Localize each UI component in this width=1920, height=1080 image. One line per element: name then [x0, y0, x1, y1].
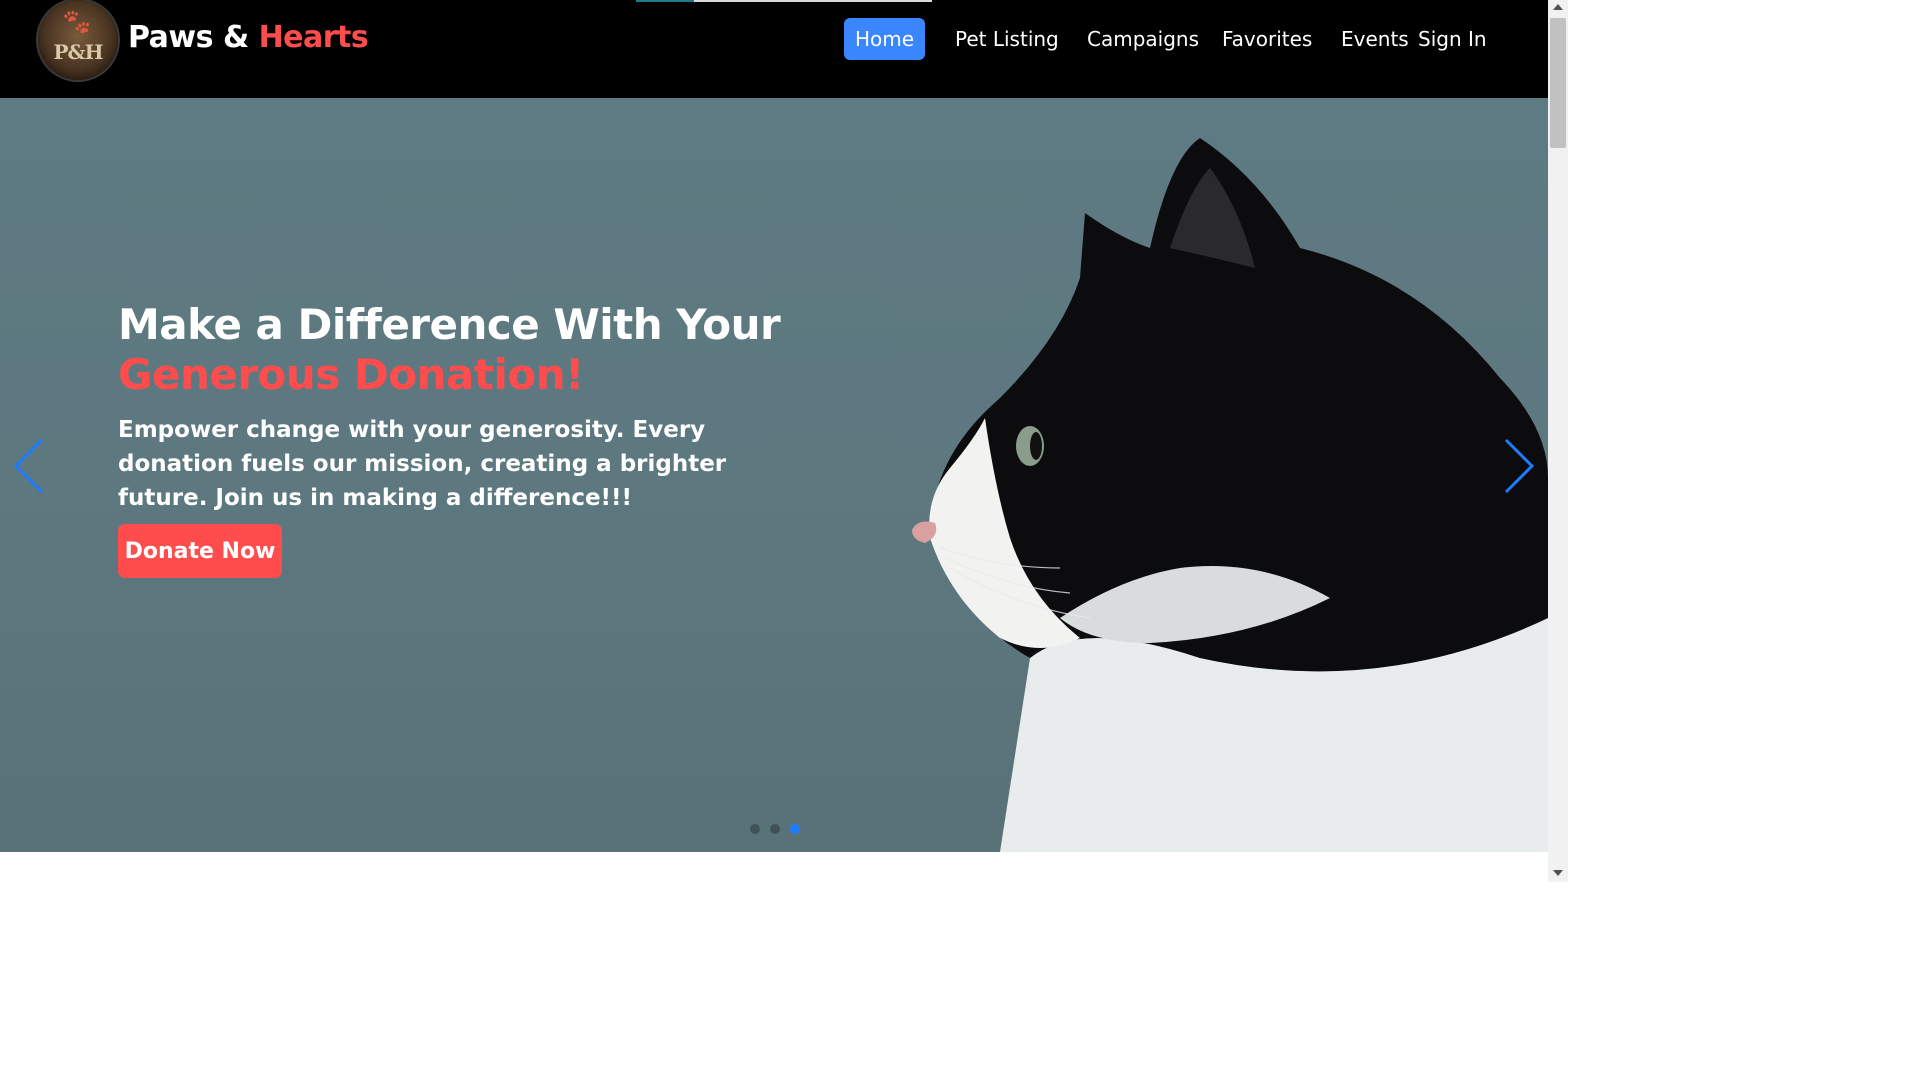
hero-description: Empower change with your generosity. Eve…	[118, 417, 727, 511]
hero-title-line1: Make a Difference With Your	[118, 300, 781, 350]
nav-events-link[interactable]: Events	[1341, 18, 1409, 60]
carousel-dot-2[interactable]	[770, 824, 780, 834]
hero-carousel: Make a Difference With Your Generous Don…	[0, 98, 1548, 852]
page-load-progress-track	[694, 0, 932, 2]
carousel-dot-3-active[interactable]	[790, 824, 800, 834]
chevron-left-icon	[13, 438, 44, 494]
scrollbar-thumb[interactable]	[1550, 18, 1566, 148]
chevron-right-icon	[1504, 438, 1535, 494]
brand-name-part2: Hearts	[258, 20, 369, 55]
carousel-indicators	[750, 824, 810, 834]
scroll-up-arrow-icon[interactable]	[1553, 4, 1563, 10]
nav-campaigns-link[interactable]: Campaigns	[1087, 18, 1199, 60]
top-navbar: 🐾︎ P&H Paws & Hearts Home Pet Listing Ca…	[0, 0, 1548, 98]
carousel-prev-button[interactable]	[12, 438, 46, 494]
logo-monogram: P&H	[53, 40, 104, 64]
carousel-dot-1[interactable]	[750, 824, 760, 834]
brand-name[interactable]: Paws & Hearts	[128, 20, 369, 55]
nav-pet-listing-link[interactable]: Pet Listing	[955, 18, 1059, 60]
hero-title-line2: Generous Donation!	[118, 350, 584, 400]
carousel-next-button[interactable]	[1502, 438, 1536, 494]
donate-now-button[interactable]: Donate Now	[118, 524, 282, 578]
page-load-progress	[636, 0, 694, 2]
brand-logo[interactable]: 🐾︎ P&H	[38, 0, 118, 80]
paw-icon: 🐾︎	[60, 8, 94, 38]
hero-title: Make a Difference With Your Generous Don…	[118, 300, 818, 400]
scroll-down-arrow-icon[interactable]	[1553, 870, 1563, 876]
nav-sign-in-link[interactable]: Sign In	[1418, 18, 1487, 60]
page-scrollbar[interactable]	[1548, 0, 1568, 882]
nav-home-link[interactable]: Home	[844, 18, 925, 60]
brand-name-part1: Paws &	[128, 20, 259, 55]
nav-favorites-link[interactable]: Favorites	[1222, 18, 1312, 60]
